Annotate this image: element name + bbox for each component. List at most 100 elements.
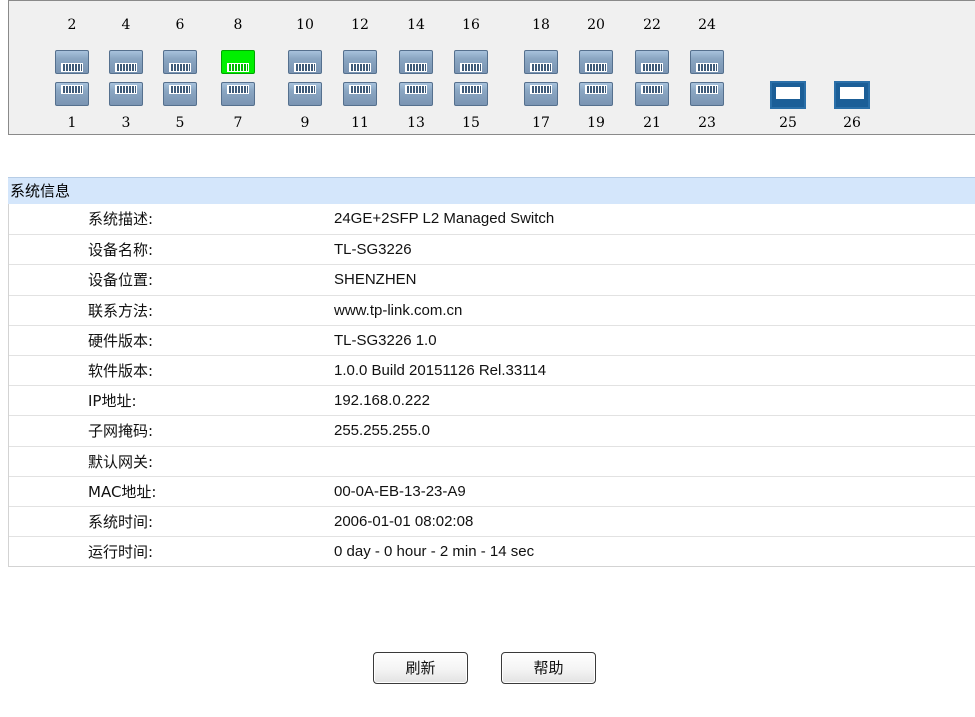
rj45-jack-icon bbox=[641, 85, 663, 94]
rj45-jack-icon bbox=[115, 85, 137, 94]
ethernet-port-20[interactable] bbox=[579, 50, 613, 74]
port-number-label: 11 bbox=[351, 115, 369, 131]
help-button[interactable]: 帮助 bbox=[501, 652, 596, 684]
ethernet-port-2[interactable] bbox=[55, 50, 89, 74]
ethernet-port-12[interactable] bbox=[343, 50, 377, 74]
ethernet-port-24[interactable] bbox=[690, 50, 724, 74]
ethernet-port-18[interactable] bbox=[524, 50, 558, 74]
rj45-jack-icon bbox=[294, 85, 316, 94]
info-row: 联系方法: www.tp-link.com.cn bbox=[9, 294, 975, 325]
port-number-label: 13 bbox=[407, 115, 425, 131]
sfp-port-25[interactable] bbox=[770, 81, 806, 109]
info-value: 2006-01-01 08:02:08 bbox=[334, 512, 474, 530]
rj45-jack-icon bbox=[227, 63, 249, 72]
info-label: 设备名称: bbox=[88, 241, 154, 260]
ethernet-port-6[interactable] bbox=[163, 50, 197, 74]
rj45-jack-icon bbox=[585, 63, 607, 72]
rj45-jack-icon bbox=[349, 85, 371, 94]
info-row: IP地址: 192.168.0.222 bbox=[9, 385, 975, 415]
rj45-jack-icon bbox=[530, 63, 552, 72]
ethernet-port-5[interactable] bbox=[163, 82, 197, 106]
info-row: 设备名称: TL-SG3226 bbox=[9, 234, 975, 264]
port-number-label: 5 bbox=[175, 115, 185, 131]
rj45-jack-icon bbox=[405, 63, 427, 72]
info-row: 系统时间: 2006-01-01 08:02:08 bbox=[9, 505, 975, 536]
ethernet-port-22[interactable] bbox=[635, 50, 669, 74]
ethernet-port-16[interactable] bbox=[454, 50, 488, 74]
rj45-jack-icon bbox=[641, 63, 663, 72]
info-value: 255.255.255.0 bbox=[334, 422, 430, 440]
rj45-jack-icon bbox=[405, 85, 427, 94]
sfp-slot-icon bbox=[840, 87, 864, 99]
info-label: 运行时间: bbox=[88, 543, 154, 562]
ethernet-port-7[interactable] bbox=[221, 82, 255, 106]
info-value: TL-SG3226 bbox=[334, 241, 412, 259]
port-number-label: 19 bbox=[587, 115, 605, 131]
rj45-jack-icon bbox=[460, 63, 482, 72]
info-row: 硬件版本: TL-SG3226 1.0 bbox=[9, 324, 975, 355]
ethernet-port-17[interactable] bbox=[524, 82, 558, 106]
info-value: 192.168.0.222 bbox=[334, 392, 430, 410]
ethernet-port-14[interactable] bbox=[399, 50, 433, 74]
port-number-label: 2 bbox=[67, 17, 77, 33]
rj45-jack-icon bbox=[460, 85, 482, 94]
port-number-label: 23 bbox=[698, 115, 716, 131]
info-label: 软件版本: bbox=[88, 361, 154, 380]
port-number-label: 12 bbox=[351, 17, 369, 33]
rj45-jack-icon bbox=[115, 63, 137, 72]
ethernet-port-19[interactable] bbox=[579, 82, 613, 106]
rj45-jack-icon bbox=[294, 63, 316, 72]
ethernet-port-11[interactable] bbox=[343, 82, 377, 106]
info-label: 联系方法: bbox=[88, 301, 154, 320]
rj45-jack-icon bbox=[585, 85, 607, 94]
port-number-label: 10 bbox=[296, 17, 314, 33]
rj45-jack-icon bbox=[349, 63, 371, 72]
ethernet-port-23[interactable] bbox=[690, 82, 724, 106]
port-number-label: 8 bbox=[233, 17, 243, 33]
port-number-label: 4 bbox=[121, 17, 131, 33]
info-value: 0 day - 0 hour - 2 min - 14 sec bbox=[334, 543, 535, 561]
sfp-port-26[interactable] bbox=[834, 81, 870, 109]
port-number-label: 9 bbox=[300, 115, 310, 131]
info-row: 默认网关: bbox=[9, 445, 975, 476]
ethernet-port-1[interactable] bbox=[55, 82, 89, 106]
port-number-label: 22 bbox=[643, 17, 661, 33]
port-number-label: 7 bbox=[233, 115, 243, 131]
rj45-jack-icon bbox=[61, 63, 83, 72]
rj45-jack-icon bbox=[530, 85, 552, 94]
rj45-jack-icon bbox=[169, 63, 191, 72]
port-number-label: 1 bbox=[67, 115, 77, 131]
info-row: 设备位置: SHENZHEN bbox=[9, 264, 975, 294]
info-label: 硬件版本: bbox=[88, 331, 154, 350]
system-info-section: 系统信息 系统描述: 24GE+2SFP L2 Managed Switch 设备名… bbox=[8, 177, 975, 568]
ethernet-port-3[interactable] bbox=[109, 82, 143, 106]
info-value: SHENZHEN bbox=[334, 271, 417, 289]
ethernet-port-8[interactable] bbox=[221, 50, 255, 74]
info-label: 设备位置: bbox=[88, 271, 154, 290]
rj45-jack-icon bbox=[61, 85, 83, 94]
info-value: 1.0.0 Build 20151126 Rel.33114 bbox=[334, 361, 547, 379]
ethernet-port-9[interactable] bbox=[288, 82, 322, 106]
port-number-label: 15 bbox=[462, 115, 480, 131]
ethernet-port-13[interactable] bbox=[399, 82, 433, 106]
ethernet-port-21[interactable] bbox=[635, 82, 669, 106]
port-number-label: 21 bbox=[643, 115, 661, 131]
rj45-jack-icon bbox=[696, 63, 718, 72]
info-label: MAC地址: bbox=[88, 482, 157, 501]
rj45-jack-icon bbox=[227, 85, 249, 94]
ethernet-port-10[interactable] bbox=[288, 50, 322, 74]
info-row: 运行时间: 0 day - 0 hour - 2 min - 14 sec bbox=[9, 536, 975, 566]
refresh-button[interactable]: 刷新 bbox=[373, 652, 468, 684]
rj45-jack-icon bbox=[169, 85, 191, 94]
ethernet-port-4[interactable] bbox=[109, 50, 143, 74]
info-value: 24GE+2SFP L2 Managed Switch bbox=[334, 210, 555, 227]
port-number-label: 14 bbox=[407, 17, 425, 33]
ethernet-port-15[interactable] bbox=[454, 82, 488, 106]
system-info-header: 系统信息 bbox=[8, 177, 975, 204]
port-number-label: 3 bbox=[121, 115, 131, 131]
port-number-label: 6 bbox=[175, 17, 185, 33]
info-row: 软件版本: 1.0.0 Build 20151126 Rel.33114 bbox=[9, 354, 975, 385]
port-number-label: 20 bbox=[587, 17, 605, 33]
port-number-label: 17 bbox=[532, 115, 550, 131]
info-value: TL-SG3226 1.0 bbox=[334, 331, 437, 349]
